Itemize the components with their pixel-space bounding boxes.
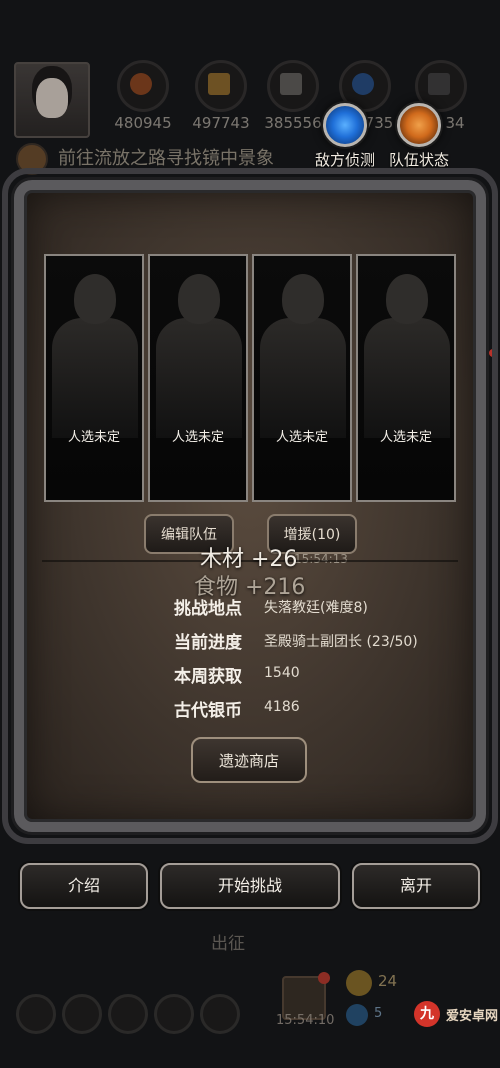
progress-label: 当前进度 (174, 633, 242, 653)
silver-coin-label: 古代银币 (174, 701, 242, 721)
relic-shop-label: 遗迹商店 (218, 752, 279, 770)
enemy-scout-button[interactable]: 敌方侦测 (308, 103, 382, 170)
start-challenge-label: 开始挑战 (217, 876, 282, 895)
resource-wood: 497743 (186, 60, 256, 132)
stone-icon (280, 73, 302, 95)
menu-icon (62, 994, 102, 1034)
dispatch-label: 出征 (211, 934, 245, 954)
start-challenge-button[interactable]: 开始挑战 (160, 863, 340, 909)
slot-status: 人选未定 (67, 430, 120, 445)
silhouette-icon (364, 318, 450, 438)
silhouette-head (386, 274, 428, 324)
player-avatar[interactable] (14, 62, 90, 138)
silhouette-icon (52, 318, 138, 438)
silhouette-head (178, 274, 220, 324)
silhouette-head (282, 274, 324, 324)
gem-count: 5 (374, 1006, 383, 1021)
gift-timer: 15:54:10 (276, 1013, 335, 1028)
party-slot-1[interactable]: 人选未定 (44, 254, 144, 502)
leave-label: 离开 (399, 876, 432, 895)
wood-planks-icon (208, 73, 230, 95)
resource-value: 480945 (114, 114, 172, 132)
gem-icon (346, 1004, 368, 1026)
watermark-logo: 九 (414, 1001, 440, 1027)
silhouette-icon (260, 318, 346, 438)
weekly-gain-label: 本周获取 (174, 667, 242, 687)
weekly-gain-value: 1540 (264, 665, 300, 681)
team-status-button[interactable]: 队伍状态 (382, 103, 456, 170)
slot-status: 人选未定 (379, 430, 432, 445)
relic-shop-button[interactable]: 遗迹商店 (191, 737, 307, 783)
notification-dot (489, 349, 497, 357)
slot-status: 人选未定 (275, 430, 328, 445)
progress-value: 圣殿骑士副团长 (23/50) (264, 634, 418, 650)
orange-sphere-icon (130, 73, 152, 95)
radar-icon (323, 103, 367, 147)
resource-value: 497743 (192, 114, 250, 132)
coin-count: 24 (378, 972, 398, 990)
quest-text: 前往流放之路寻找镜中景象 (58, 148, 274, 169)
party-slot-2[interactable]: 人选未定 (148, 254, 248, 502)
menu-icon (108, 994, 148, 1034)
watermark-text: 爱安卓网 (446, 1008, 499, 1024)
watermark: 九 爱安卓网 (414, 998, 498, 1030)
enemy-scout-label: 敌方侦测 (314, 151, 375, 169)
menu-icon (154, 994, 194, 1034)
quest-icon (16, 143, 48, 175)
menu-icon (200, 994, 240, 1034)
intro-label: 介绍 (67, 876, 100, 895)
quest-tracker[interactable]: 前往流放之路寻找镜中景象 (16, 143, 274, 175)
menu-icon (16, 994, 56, 1034)
silver-coin-value: 4186 (264, 699, 300, 715)
silhouette-head (74, 274, 116, 324)
location-label: 挑战地点 (174, 599, 242, 619)
party-slot-4[interactable]: 人选未定 (356, 254, 456, 502)
party-slot-3[interactable]: 人选未定 (252, 254, 352, 502)
fire-icon (397, 103, 441, 147)
blue-gem-icon (352, 73, 374, 95)
coin-icon (346, 970, 372, 996)
dark-crystal-icon (428, 73, 450, 95)
leave-button[interactable]: 离开 (352, 863, 480, 909)
slot-status: 人选未定 (171, 430, 224, 445)
avatar-face (36, 78, 68, 118)
reinforce-timer: 15:54:13 (294, 552, 348, 566)
resource-orange-sphere: 480945 (108, 60, 178, 132)
intro-button[interactable]: 介绍 (20, 863, 148, 909)
team-status-label: 队伍状态 (388, 151, 449, 169)
location-value: 失落教廷(难度8) (264, 600, 368, 616)
silhouette-icon (156, 318, 242, 438)
